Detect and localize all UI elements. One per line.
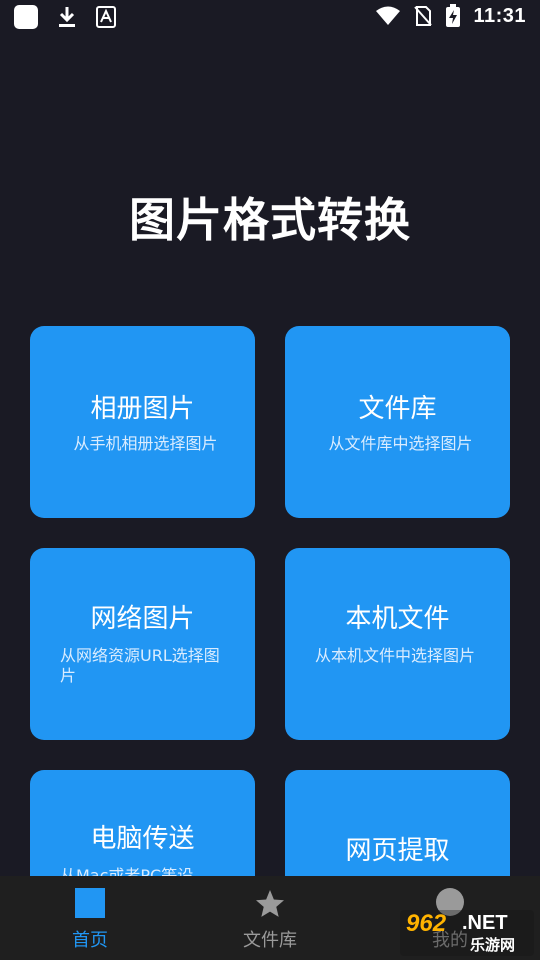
star-icon — [256, 890, 284, 917]
nav-item-home[interactable]: 首页 — [0, 876, 180, 960]
status-time: 11:31 — [473, 4, 526, 27]
font-app-icon — [96, 6, 116, 28]
computer-transfer-card[interactable]: 电脑传送 从Mac或者PC等设 — [30, 770, 255, 876]
nav-item-file-library[interactable]: 文件库 — [180, 876, 360, 960]
page-title: 图片格式转换 — [129, 193, 411, 247]
webpage-extract-card[interactable]: 网页提取 — [285, 770, 510, 876]
site-watermark: 962 .NET 乐游网 — [400, 910, 534, 956]
nav-label: 首页 — [72, 930, 108, 951]
app-notification-icon — [14, 5, 38, 29]
battery-charging-icon — [446, 4, 461, 27]
card-description: 从文件库中选择图片 — [328, 434, 473, 453]
card-title: 相册图片 — [90, 394, 195, 424]
home-square-icon — [75, 888, 105, 918]
wifi-icon — [376, 6, 401, 25]
card-title: 网页提取 — [345, 836, 450, 866]
watermark-suffix: .NET — [462, 912, 508, 934]
main-content[interactable]: 图片格式转换 相册图片 从手机相册选择图片 文件库 从文件库中选择图片 网络图片… — [0, 36, 540, 876]
card-description: 从本机文件中选择图片 — [315, 646, 476, 665]
card-title: 电脑传送 — [90, 824, 195, 854]
card-description: 从网络资源URL选择图片 — [60, 646, 220, 685]
card-title: 网络图片 — [90, 604, 195, 634]
status-bar-left — [14, 5, 116, 29]
nav-label: 文件库 — [243, 930, 297, 951]
card-title: 文件库 — [358, 394, 437, 424]
album-image-card[interactable]: 相册图片 从手机相册选择图片 — [30, 326, 255, 518]
status-bar: 11:31 — [0, 0, 540, 36]
network-image-card[interactable]: 网络图片 从网络资源URL选择图片 — [30, 548, 255, 740]
local-file-card[interactable]: 本机文件 从本机文件中选择图片 — [285, 548, 510, 740]
watermark-number: 962 — [406, 910, 447, 937]
file-library-card[interactable]: 文件库 从文件库中选择图片 — [285, 326, 510, 518]
download-icon — [59, 7, 75, 27]
no-sim-icon — [414, 6, 433, 26]
card-description: 从Mac或者PC等设 — [60, 866, 194, 876]
card-description: 从手机相册选择图片 — [73, 434, 218, 453]
status-bar-right: 11:31 — [375, 4, 526, 28]
watermark-chinese: 乐游网 — [470, 936, 516, 954]
card-title: 本机文件 — [345, 604, 450, 634]
